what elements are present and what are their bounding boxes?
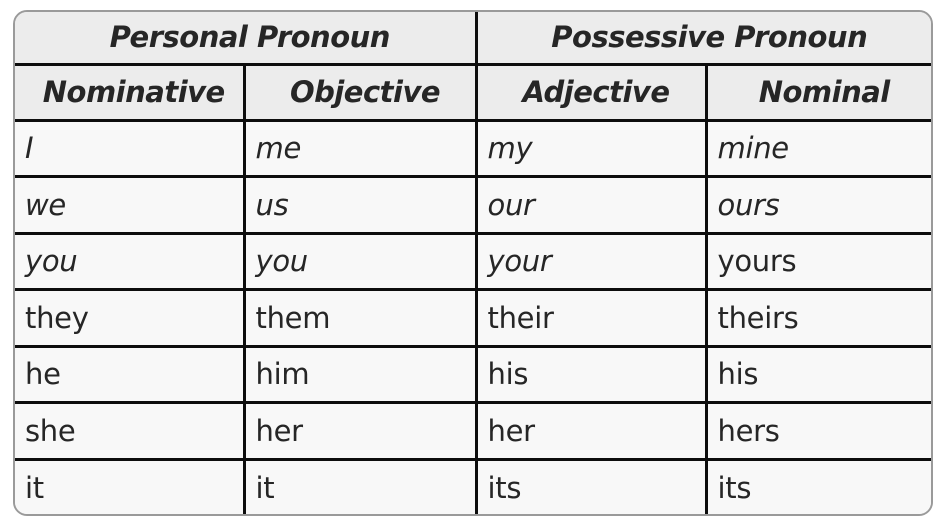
cell-nominal: yours [704, 231, 931, 291]
table-row: I me my mine [15, 118, 931, 178]
cell-nominal: theirs [704, 288, 931, 348]
column-header-row: Nominative Objective Adjective Nominal [15, 62, 931, 122]
cell-adjective: your [474, 231, 708, 291]
cell-objective: you [242, 231, 478, 291]
cell-nominal: his [704, 344, 931, 404]
cell-adjective: my [474, 118, 708, 178]
column-header-nominative: Nominative [15, 62, 246, 122]
group-header-row: Personal Pronoun Possessive Pronoun [15, 12, 931, 66]
cell-nominative: they [15, 288, 246, 348]
table-row: she her her hers [15, 401, 931, 461]
cell-nominal: its [704, 457, 931, 514]
column-header-objective: Objective [242, 62, 478, 122]
table-row: he him his his [15, 344, 931, 404]
table-row: you you your yours [15, 231, 931, 291]
cell-nominative: you [15, 231, 246, 291]
cell-nominative: she [15, 401, 246, 461]
cell-adjective: their [474, 288, 708, 348]
table-row: they them their theirs [15, 288, 931, 348]
table-row: it it its its [15, 457, 931, 514]
cell-nominative: he [15, 344, 246, 404]
pronoun-table: Personal Pronoun Possessive Pronoun Nomi… [15, 12, 931, 514]
table-row: we us our ours [15, 175, 931, 235]
cell-objective: him [242, 344, 478, 404]
cell-objective: it [242, 457, 478, 514]
column-header-nominal: Nominal [704, 62, 931, 122]
group-header-personal-pronoun: Personal Pronoun [15, 12, 478, 66]
cell-adjective: her [474, 401, 708, 461]
cell-nominative: we [15, 175, 246, 235]
cell-adjective: our [474, 175, 708, 235]
cell-objective: us [242, 175, 478, 235]
pronoun-table-frame: Personal Pronoun Possessive Pronoun Nomi… [13, 10, 933, 516]
cell-nominative: I [15, 118, 246, 178]
group-header-possessive-pronoun: Possessive Pronoun [474, 12, 931, 66]
cell-adjective: its [474, 457, 708, 514]
cell-adjective: his [474, 344, 708, 404]
column-header-adjective: Adjective [474, 62, 708, 122]
cell-nominal: hers [704, 401, 931, 461]
cell-nominal: ours [704, 175, 931, 235]
cell-objective: me [242, 118, 478, 178]
cell-objective: her [242, 401, 478, 461]
cell-nominal: mine [704, 118, 931, 178]
cell-nominative: it [15, 457, 246, 514]
table-body: I me my mine we us our ours you you your… [15, 118, 931, 514]
cell-objective: them [242, 288, 478, 348]
